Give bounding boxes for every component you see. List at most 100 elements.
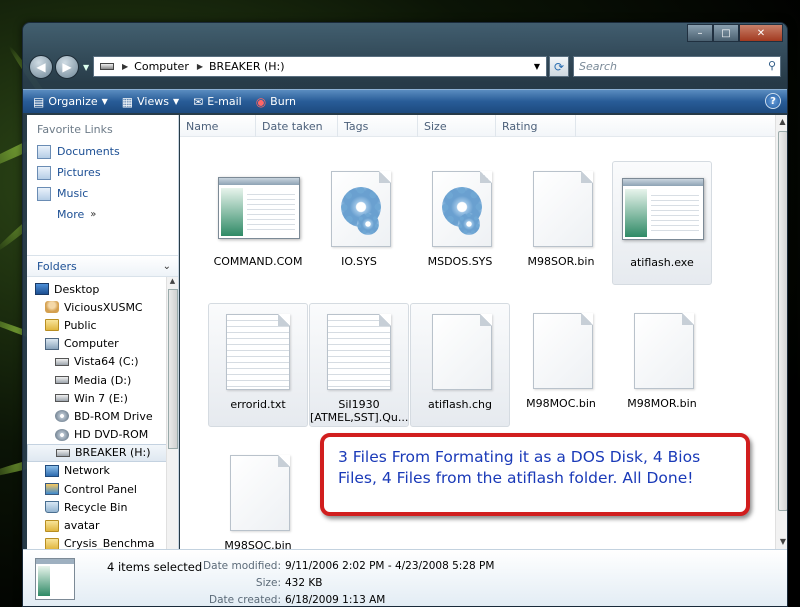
refresh-icon: ⟳ [553, 59, 565, 74]
tree-item-label: BD-ROM Drive [74, 409, 153, 423]
tree-item-label: Crysis_Benchma [64, 537, 155, 549]
double-chevron-right-icon: » [90, 209, 97, 220]
file-name: COMMAND.COM [213, 255, 303, 268]
documents-icon [37, 144, 51, 159]
scroll-up-icon[interactable]: ▲ [776, 115, 787, 129]
column-rating[interactable]: Rating [496, 115, 576, 137]
tree-item[interactable]: Computer [27, 335, 167, 353]
file-name: M98MOR.bin [627, 397, 697, 410]
search-input[interactable]: Search ⚲ [573, 56, 781, 77]
tree-item[interactable]: avatar [27, 516, 167, 534]
selection-thumbnail-icon [35, 558, 75, 600]
tree-item-label: Recycle Bin [64, 500, 128, 514]
file-item[interactable]: M98MOR.bin [612, 303, 712, 427]
favorite-documents[interactable]: Documents [27, 141, 178, 162]
tree-item[interactable]: BD-ROM Drive [27, 407, 167, 425]
desktop-icon [35, 283, 49, 296]
address-dropdown-icon[interactable]: ▼ [534, 62, 540, 71]
file-item[interactable]: M98SOC.bin [208, 445, 308, 549]
column-name[interactable]: Name [180, 115, 256, 137]
breadcrumb-separator-icon[interactable]: ▶ [122, 62, 128, 71]
file-item[interactable]: SiI1930 [ATMEL,SST].Qu... [309, 303, 409, 427]
blank-file-icon [416, 312, 504, 392]
burn-button[interactable]: ◉ Burn [256, 95, 296, 109]
details-pane: 4 items selected Date modified: 9/11/200… [23, 549, 787, 606]
tree-item-label: Win 7 (E:) [74, 391, 128, 405]
tree-item[interactable]: Recycle Bin [27, 498, 167, 516]
forward-button[interactable]: ▶ [55, 55, 79, 79]
scroll-down-icon[interactable]: ▼ [776, 535, 787, 549]
burn-label: Burn [270, 95, 296, 108]
file-list-scrollbar[interactable]: ▲ ▼ [775, 115, 787, 549]
email-button[interactable]: ✉ E-mail [193, 95, 242, 109]
explorer-window: – □ ✕ ◀ ▶ ▼ ▶ Computer ▶ BREAKER (H:) ▼ … [22, 22, 788, 607]
file-item[interactable]: MSDOS.SYS [410, 161, 510, 285]
blank-file-icon [618, 311, 706, 391]
back-arrow-icon: ◀ [36, 60, 46, 74]
tree-item-label: BREAKER (H:) [75, 446, 151, 460]
detail-value: 6/18/2009 1:13 AM [285, 594, 386, 606]
blank-file-icon [517, 311, 605, 391]
file-item[interactable]: M98MOC.bin [511, 303, 611, 427]
favorite-pictures[interactable]: Pictures [27, 162, 178, 183]
recent-pages-dropdown[interactable]: ▼ [83, 63, 89, 72]
close-button[interactable]: ✕ [739, 24, 783, 42]
scrollbar-thumb[interactable] [168, 289, 178, 449]
tree-item[interactable]: Crysis_Benchma [27, 535, 167, 549]
file-item[interactable]: errorid.txt [208, 303, 308, 427]
file-item[interactable]: COMMAND.COM [208, 161, 308, 285]
breadcrumb-computer[interactable]: Computer [134, 60, 189, 73]
drive-icon [55, 357, 69, 366]
tree-item[interactable]: HD DVD-ROM [27, 426, 167, 444]
search-icon[interactable]: ⚲ [768, 59, 776, 72]
favorite-music[interactable]: Music [27, 183, 178, 204]
tree-item[interactable]: Network [27, 462, 167, 480]
tree-item[interactable]: Vista64 (C:) [27, 353, 167, 371]
file-item[interactable]: atiflash.chg [410, 303, 510, 427]
scroll-up-icon[interactable]: ▲ [167, 277, 178, 289]
file-name: M98MOC.bin [526, 397, 596, 410]
column-tags[interactable]: Tags [338, 115, 418, 137]
column-size[interactable]: Size [418, 115, 496, 137]
folder-icon [45, 519, 59, 532]
file-item[interactable]: IO.SYS [309, 161, 409, 285]
folder-tree-scrollbar[interactable]: ▲ [166, 277, 178, 549]
scrollbar-thumb[interactable] [778, 131, 787, 511]
help-button[interactable]: ? [765, 93, 781, 109]
favorite-more[interactable]: More » [27, 204, 178, 225]
email-label: E-mail [207, 95, 242, 108]
tree-item[interactable]: ViciousXUSMC [27, 298, 167, 316]
address-bar[interactable]: ▶ Computer ▶ BREAKER (H:) ▼ [93, 56, 547, 77]
maximize-button[interactable]: □ [713, 24, 739, 42]
file-item[interactable]: atiflash.exe [612, 161, 712, 285]
recycle-bin-icon [45, 501, 59, 514]
chevron-down-icon: ▼ [172, 97, 180, 106]
tree-item[interactable]: Media (D:) [27, 371, 167, 389]
minimize-button[interactable]: – [687, 24, 713, 42]
tree-item[interactable]: Public [27, 316, 167, 334]
back-button[interactable]: ◀ [29, 55, 53, 79]
system-file-icon [416, 169, 504, 249]
tree-item-label: Vista64 (C:) [74, 355, 139, 369]
drive-icon [55, 376, 69, 385]
views-icon: ▦ [121, 94, 134, 109]
views-button[interactable]: ▦ Views ▼ [122, 95, 179, 109]
file-name: M98SOR.bin [527, 255, 595, 268]
tree-item[interactable]: BREAKER (H:) [27, 443, 167, 462]
tree-item[interactable]: Control Panel [27, 480, 167, 498]
burn-icon: ◉ [255, 94, 267, 109]
breadcrumb-breaker[interactable]: BREAKER (H:) [209, 60, 285, 73]
organize-button[interactable]: ▤ Organize ▼ [33, 95, 108, 109]
drive-icon [55, 394, 69, 403]
tree-item-label: avatar [64, 519, 100, 533]
breadcrumb-separator-icon[interactable]: ▶ [197, 62, 203, 71]
detail-key: Date created: [209, 594, 281, 606]
folders-header[interactable]: Folders ⌄ [27, 255, 178, 277]
file-item[interactable]: M98SOR.bin [511, 161, 611, 285]
text-file-icon [315, 312, 403, 392]
chevron-down-icon: ⌄ [162, 260, 171, 272]
refresh-button[interactable]: ⟳ [549, 56, 569, 77]
tree-item[interactable]: Desktop [27, 280, 167, 298]
column-date-taken[interactable]: Date taken [256, 115, 338, 137]
tree-item[interactable]: Win 7 (E:) [27, 389, 167, 407]
